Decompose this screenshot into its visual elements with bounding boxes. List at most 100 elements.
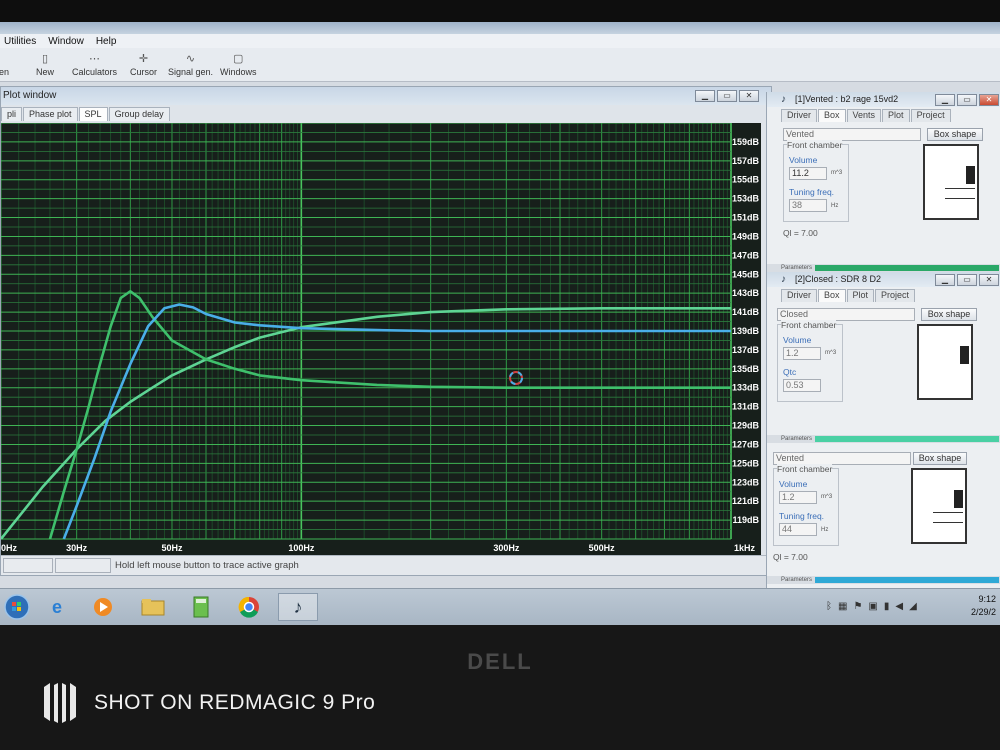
y-tick-label: 137dB	[732, 345, 760, 355]
start-icon[interactable]	[0, 593, 34, 621]
box-shape-preview	[917, 324, 973, 400]
calculator-icon[interactable]	[184, 593, 218, 621]
panel-2-minimize-button[interactable]: ▁	[935, 274, 955, 286]
folder-icon[interactable]	[136, 593, 170, 621]
panel-1-close-button[interactable]: ✕	[979, 94, 999, 106]
volume-icon[interactable]: ◀	[895, 601, 903, 612]
signal-gen-label: Signal gen.	[168, 67, 214, 77]
tab-group-delay[interactable]: Group delay	[108, 107, 170, 121]
plot-window: Plot window ▁ ▭ ✕ pli Phase plot SPL Gro…	[0, 86, 772, 576]
new-button[interactable]: ▯ New	[36, 52, 54, 77]
calculators-button[interactable]: ⋯ Calculators	[72, 52, 117, 77]
clock-date: 2/29/2	[970, 607, 996, 617]
tab-driver[interactable]: Driver	[781, 289, 817, 302]
toolbar: en ▯ New ⋯ Calculators ✛ Cursor ∿ Signal…	[0, 48, 1000, 82]
tab-project[interactable]: Project	[875, 289, 916, 302]
open-button[interactable]: en	[0, 52, 10, 77]
y-tick-label: 155dB	[732, 175, 760, 185]
spl-curve-3[interactable]	[62, 303, 731, 540]
tab-vents[interactable]: Vents	[846, 109, 882, 122]
clock[interactable]: 9:12 2/29/2	[971, 593, 996, 619]
wifi-icon[interactable]: ◢	[909, 601, 917, 612]
panel-2-tabs: Driver Box Plot Project	[767, 289, 1000, 302]
dell-logo: DELL	[467, 649, 533, 674]
maximize-button[interactable]: ▭	[717, 90, 737, 102]
spl-plot-area[interactable]: 119dB 121dB 123dB 125dB 127dB 129dB 131dB 133dB…	[0, 122, 761, 555]
cursor-button[interactable]: ✛ Cursor	[130, 52, 157, 77]
tab-spl[interactable]: SPL	[78, 107, 108, 121]
y-tick-label: 149dB	[732, 231, 760, 241]
status-cell-2	[55, 558, 111, 573]
volume-input[interactable]: 1.2	[779, 491, 817, 504]
printer-icon[interactable]: ▣	[868, 601, 877, 612]
bluetooth-icon[interactable]: ᛒ	[826, 601, 832, 612]
y-tick-label: 153dB	[732, 194, 760, 204]
menu-utilities[interactable]: Utilities	[4, 36, 36, 47]
qtc-input[interactable]: 0.53	[783, 379, 821, 392]
x-tick-label: 30Hz	[66, 543, 88, 553]
qtc-label: Qtc	[783, 367, 797, 377]
box-shape-button[interactable]: Box shape	[913, 452, 967, 465]
tab-plot[interactable]: Plot	[846, 289, 875, 302]
signal-gen-button[interactable]: ∿ Signal gen.	[168, 52, 213, 77]
y-tick-label: 129dB	[732, 421, 760, 431]
y-tick-label: 127dB	[732, 439, 760, 449]
spl-curve-2[interactable]	[48, 290, 731, 540]
minimize-button[interactable]: ▁	[695, 90, 715, 102]
volume-input[interactable]: 1.2	[783, 347, 821, 360]
winisd-icon: ♪	[781, 94, 786, 105]
volume-label: Volume	[783, 335, 812, 345]
y-tick-label: 119dB	[732, 515, 759, 525]
project-panel-3: Vented Box shape Front chamber Volume 1.…	[766, 448, 1000, 588]
media-player-icon[interactable]	[86, 593, 120, 621]
driver-icon	[966, 166, 975, 184]
signal-icon: ∿	[185, 53, 196, 65]
menu-bar: Utilities Window Help	[0, 34, 1000, 48]
y-tick-label: 151dB	[732, 213, 760, 223]
tab-project[interactable]: Project	[910, 109, 951, 122]
x-tick-label: 300Hz	[493, 543, 520, 553]
clock-time: 9:12	[978, 594, 996, 604]
volume-label: Volume	[789, 155, 818, 165]
spl-chart[interactable]: 119dB 121dB 123dB 125dB 127dB 129dB 131dB 133dB…	[0, 122, 761, 555]
volume-unit: m^3	[821, 494, 833, 500]
panel-2-close-button[interactable]: ✕	[979, 274, 999, 286]
tab-box[interactable]: Box	[818, 289, 846, 302]
menu-help[interactable]: Help	[96, 36, 117, 47]
network-icon[interactable]: ▦	[838, 601, 847, 612]
tab-phase-plot[interactable]: Phase plot	[23, 107, 78, 121]
photo-bezel-top	[0, 0, 1000, 22]
system-tray: ᛒ ▦ ⚑ ▣ ▮ ◀ ◢	[826, 601, 917, 612]
panel-3-strip-label: Parameters	[781, 577, 813, 583]
calculators-label: Calculators	[72, 67, 118, 77]
tab-plot[interactable]: Plot	[882, 109, 910, 122]
tuning-freq-input[interactable]: 44	[779, 523, 817, 536]
winisd-icon[interactable]: ♪	[278, 593, 318, 621]
flag-icon[interactable]: ⚑	[853, 601, 862, 612]
close-button[interactable]: ✕	[739, 90, 759, 102]
y-tick-label: 125dB	[732, 458, 760, 468]
tab-box[interactable]: Box	[818, 109, 846, 122]
battery-icon[interactable]: ▮	[884, 601, 890, 612]
x-tick-label: 500Hz	[589, 543, 616, 553]
tuning-freq-input[interactable]: 38	[789, 199, 827, 212]
status-text: Hold left mouse button to trace active g…	[115, 560, 299, 571]
panel-1-maximize-button[interactable]: ▭	[957, 94, 977, 106]
tab-driver[interactable]: Driver	[781, 109, 817, 122]
tab-pli[interactable]: pli	[1, 107, 23, 121]
box-shape-button[interactable]: Box shape	[921, 308, 977, 321]
panel-1-minimize-button[interactable]: ▁	[935, 94, 955, 106]
y-tick-label: 133dB	[732, 383, 760, 393]
volume-label: Volume	[779, 479, 808, 489]
volume-input[interactable]: 11.2	[789, 167, 827, 180]
internet-explorer-icon[interactable]: e	[40, 593, 74, 621]
panel-2-param-strip: Parameters	[767, 435, 1000, 443]
chrome-icon[interactable]	[232, 593, 266, 621]
windows-icon: ▢	[233, 53, 244, 65]
panel-2-strip-label: Parameters	[781, 436, 813, 442]
panel-2-maximize-button[interactable]: ▭	[957, 274, 977, 286]
box-shape-button[interactable]: Box shape	[927, 128, 983, 141]
windows-button[interactable]: ▢ Windows	[220, 52, 257, 77]
front-chamber-label: Front chamber	[781, 320, 837, 330]
menu-window[interactable]: Window	[48, 36, 84, 47]
